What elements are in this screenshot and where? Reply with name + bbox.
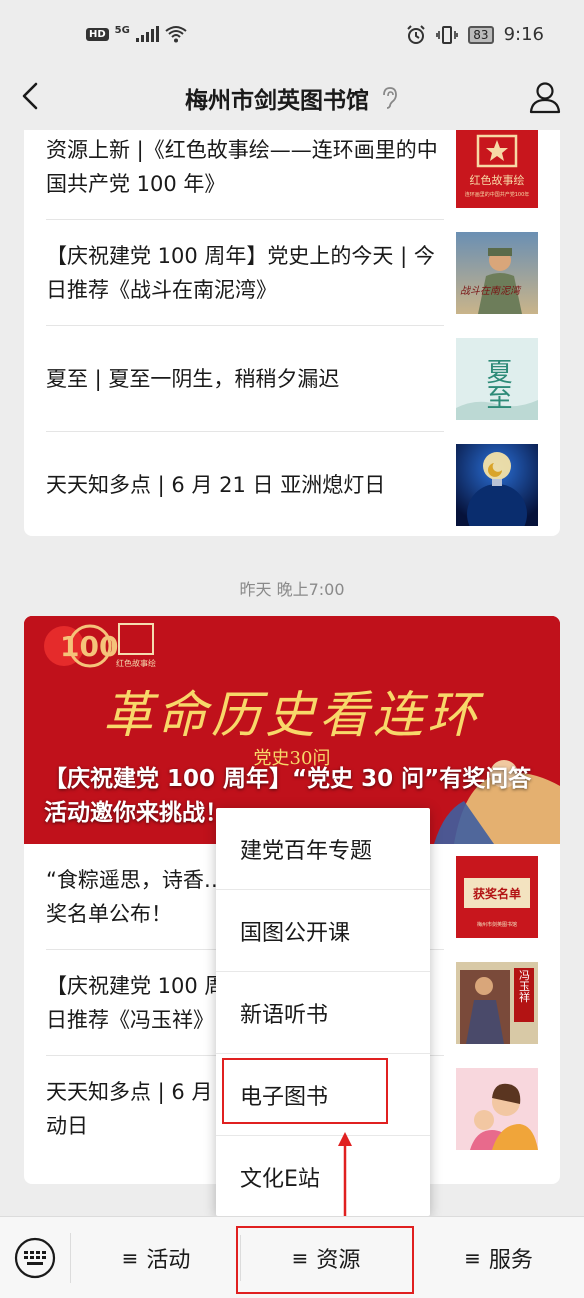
clock: 9:16 — [503, 24, 544, 45]
hd-indicator: HD — [86, 27, 109, 41]
ear-icon — [383, 87, 397, 109]
article-thumbnail: 获奖名单梅州市剑英图书馆 — [456, 856, 538, 938]
banner-logo-text: 红色故事绘 — [116, 658, 156, 668]
article-title-line2: 日推荐《冯玉祥》 — [46, 1008, 214, 1032]
article-title: “食粽遥思，诗香… — [46, 868, 216, 892]
menu-lines-icon: ≡ — [121, 1246, 139, 1270]
top-nav-bar: 梅州市剑英图书馆 — [0, 66, 584, 130]
article-title-line2: 动日 — [46, 1114, 88, 1138]
article-title: 【庆祝建党 100 周 — [46, 974, 216, 998]
battery-indicator: 83 — [468, 25, 494, 44]
tab-label: 服务 — [488, 1248, 533, 1273]
article-item[interactable]: 资源上新 |《红色故事绘——连环画里的中国共产党 100 年》 红色故事绘连环画… — [24, 130, 560, 220]
network-type: 5G — [114, 24, 130, 36]
article-title-line2: 奖名单公布！ — [46, 902, 172, 926]
user-profile-icon[interactable] — [528, 80, 562, 114]
article-title: 天天知多点 | 6 月 21 日 亚洲熄灯日 — [46, 473, 386, 497]
article-thumbnail: 冯玉祥 — [456, 962, 538, 1044]
article-thumbnail: 红色故事绘连环画里的中国共产党100年 — [456, 130, 538, 208]
wifi-icon — [165, 26, 187, 43]
svg-text:连环画里的中国共产党100年: 连环画里的中国共产党100年 — [465, 191, 530, 198]
tab-activities[interactable]: ≡ 活动 — [72, 1217, 240, 1298]
article-thumbnail — [456, 1068, 538, 1150]
article-title: 夏至 | 夏至一阴生，稍稍夕漏迟 — [46, 367, 340, 391]
article-thumbnail — [456, 444, 538, 526]
article-title: 【庆祝建党 100 周年】党史上的今天 | 今日推荐《战斗在南泥湾》 — [46, 244, 435, 302]
menu-item-culture-e-station[interactable]: 文化E站 — [216, 1136, 430, 1218]
article-list-card: 资源上新 |《红色故事绘——连环画里的中国共产党 100 年》 红色故事绘连环画… — [24, 130, 560, 536]
tab-services[interactable]: ≡ 服务 — [413, 1217, 584, 1298]
thumbnail-caption: 战斗在南泥湾 — [460, 285, 522, 297]
annotation-arrow — [338, 1132, 352, 1224]
svg-text:100: 100 — [60, 630, 118, 663]
signal-icon — [135, 26, 159, 42]
article-item[interactable]: 【庆祝建党 100 周年】党史上的今天 | 今日推荐《战斗在南泥湾》 战斗在南泥… — [24, 220, 560, 326]
article-item[interactable]: 夏至 | 夏至一阴生，稍稍夕漏迟 夏至 — [24, 326, 560, 432]
banner-art-title: 革命历史看连环 — [103, 686, 484, 744]
menu-lines-icon: ≡ — [464, 1246, 481, 1270]
menu-item-nlc-open-course[interactable]: 国图公开课 — [216, 890, 430, 972]
article-thumbnail: 战斗在南泥湾 — [456, 232, 538, 314]
svg-text:梅州市剑英图书馆: 梅州市剑英图书馆 — [477, 921, 517, 928]
resources-submenu: 建党百年专题 国图公开课 新语听书 电子图书 文化E站 — [216, 808, 430, 1216]
alarm-icon — [407, 24, 426, 44]
message-timestamp: 昨天 晚上7:00 — [239, 580, 345, 599]
keyboard-toggle-icon[interactable] — [14, 1237, 56, 1279]
article-item[interactable]: 天天知多点 | 6 月 21 日 亚洲熄灯日 — [24, 432, 560, 536]
article-title: 天天知多点 | 6 月 — [46, 1080, 213, 1104]
page-title: 梅州市剑英图书馆 — [185, 88, 369, 114]
status-bar: HD 5G 83 9:16 — [0, 0, 584, 66]
thumbnail-caption: 获奖名单 — [472, 886, 521, 901]
thumbnail-caption: 冯玉祥 — [518, 969, 531, 1002]
article-title: 资源上新 |《红色故事绘——连环画里的中国共产党 100 年》 — [46, 138, 438, 196]
menu-item-audiobooks[interactable]: 新语听书 — [216, 972, 430, 1054]
highlight-box-ebooks — [222, 1058, 388, 1124]
tab-label: 活动 — [146, 1248, 191, 1273]
thumbnail-caption: 红色故事绘 — [470, 173, 525, 187]
highlight-box-resources-tab — [236, 1226, 414, 1294]
menu-item-party-centenary[interactable]: 建党百年专题 — [216, 808, 430, 890]
vibrate-icon — [436, 25, 459, 44]
article-thumbnail: 夏至 — [456, 338, 538, 420]
thumbnail-caption: 夏至 — [482, 358, 512, 410]
